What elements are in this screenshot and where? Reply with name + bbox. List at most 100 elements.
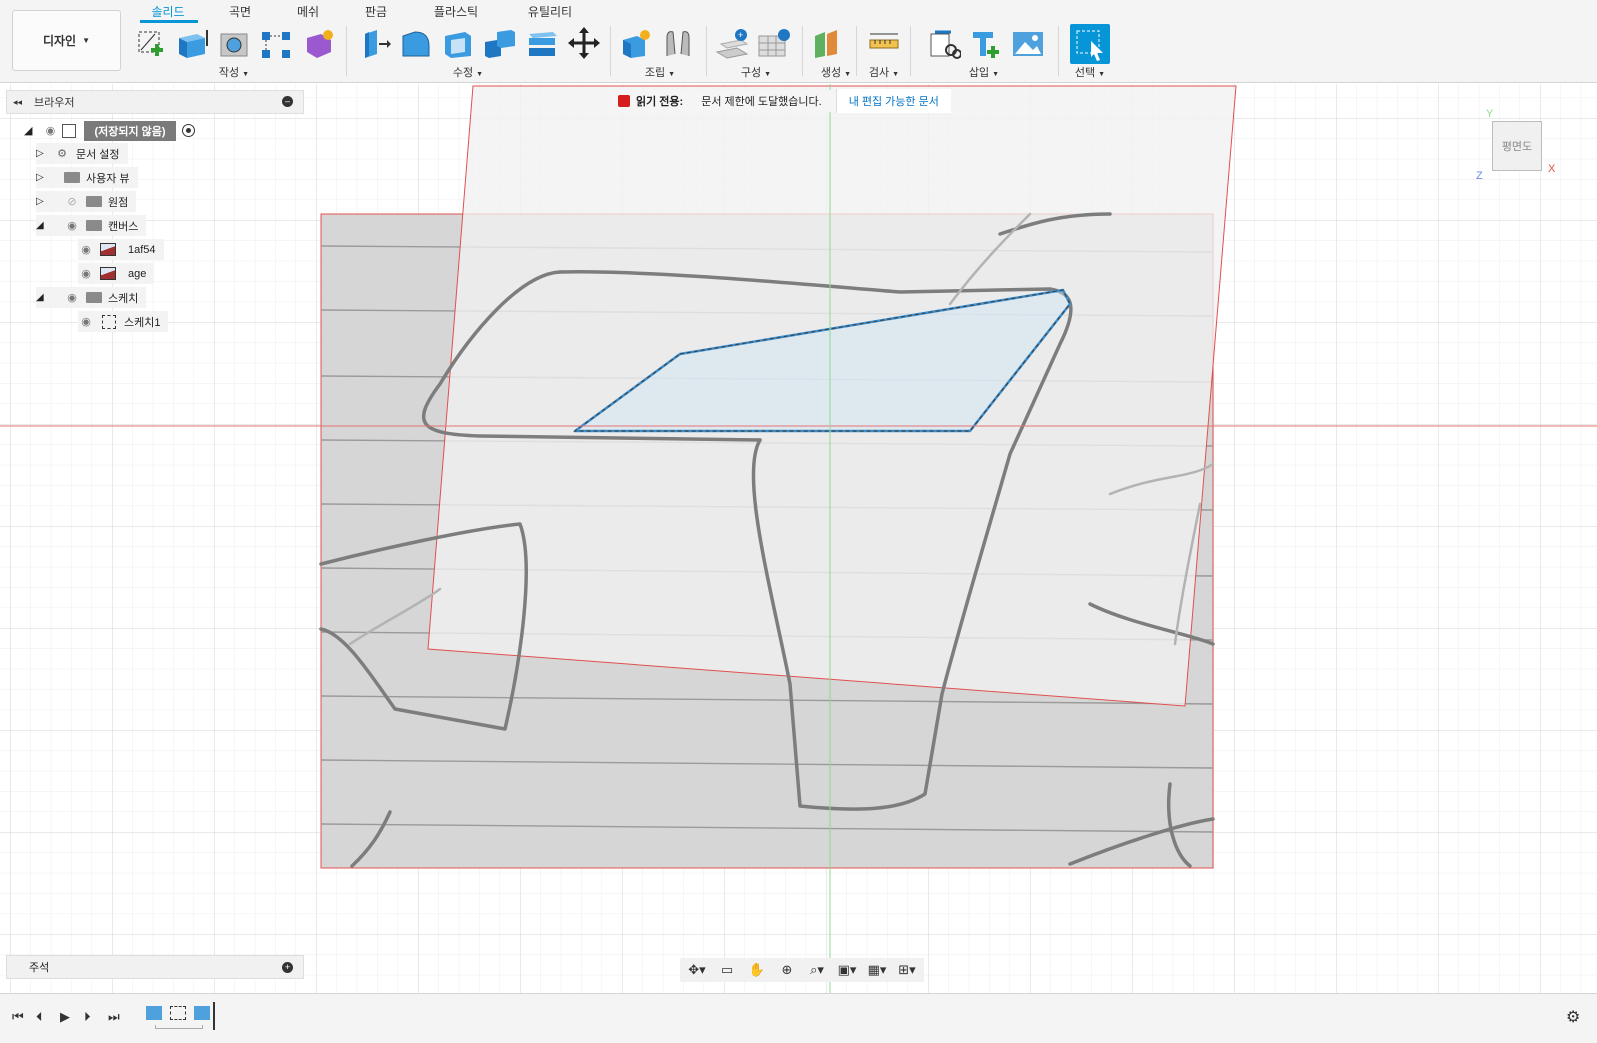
tree-item-canvas-age[interactable]: ◉ age [78,263,155,284]
canvas-image-icon [100,243,116,256]
separator [910,26,911,76]
go-to-start-icon[interactable]: ⏮ [12,1009,24,1025]
document-name[interactable]: (저장되지 않음) [84,120,176,141]
construct-group-label[interactable]: 구성 ▼ [728,64,784,80]
inspect-group-label[interactable]: 검사 ▼ [856,64,912,80]
folder-icon [86,196,102,207]
chevron-down-icon: ▼ [82,36,91,45]
zoom-icon[interactable]: ⊕ [774,960,800,980]
timeline-marker[interactable] [213,1002,215,1030]
gear-icon: ⚙ [57,148,67,160]
offset-plane-icon[interactable]: + [714,25,750,61]
tab-plastic[interactable]: 플라스틱 [426,3,486,23]
viewcube-axis-z: Z [1476,170,1483,182]
measure-icon[interactable] [866,25,902,61]
create-group-label[interactable]: 작성 ▼ [206,64,262,80]
viewcube[interactable]: 평면도 [1492,121,1542,171]
tab-mesh[interactable]: 메쉬 [290,3,326,23]
tree-item-sketch1[interactable]: ◉ 스케치1 [78,311,169,332]
browser-panel-header[interactable]: ◂◂ 브라우저 – [6,90,304,114]
folder-icon [86,292,102,303]
expand-triangle-icon[interactable]: ▷ [36,196,48,207]
rectangular-pattern-icon[interactable] [258,25,294,61]
viewcube-face-top[interactable]: 평면도 [1502,138,1532,154]
collapse-panel-icon[interactable]: ◂◂ [13,97,22,108]
fit-icon[interactable]: ⌕▾ [804,960,830,980]
orbit-icon[interactable]: ✥▾ [684,960,710,980]
panel-minimize-icon[interactable]: – [282,96,293,107]
expand-triangle-icon[interactable]: ▷ [36,172,48,183]
grid-and-canvas[interactable] [0,84,1597,993]
comments-label: 주석 [29,962,50,974]
eye-icon[interactable]: ◉ [78,243,94,256]
editable-documents-link[interactable]: 내 편집 가능한 문서 [835,89,951,113]
tree-root[interactable]: ◢ ◉ (저장되지 않음) [24,120,203,141]
form-icon[interactable] [300,25,336,61]
shell-icon[interactable] [440,25,476,61]
tree-item-document-settings[interactable]: ▷ ⚙ 문서 설정 [36,143,128,164]
eye-icon[interactable]: ◉ [78,267,94,280]
insert-group-label[interactable]: 삽입 ▼ [956,64,1012,80]
fillet-icon[interactable] [398,25,434,61]
select-group-label[interactable]: 선택 ▼ [1062,64,1118,80]
viewcube-axis-x: X [1548,163,1556,175]
grid-settings-icon[interactable]: ▦▾ [864,960,890,980]
viewports-icon[interactable]: ⊞▾ [894,960,920,980]
tree-item-origin[interactable]: ▷ ⊘ 원점 [36,191,137,212]
construct-axis-icon[interactable] [756,25,792,61]
canvas-viewport[interactable] [0,84,1597,993]
comments-panel[interactable]: 주석 + [6,955,304,979]
assemble-group-label[interactable]: 조립 ▼ [632,64,688,80]
play-icon[interactable]: ▶ [60,1009,70,1025]
tab-sheet-metal[interactable]: 판금 [358,3,394,23]
workspace-switcher[interactable]: 디자인 ▼ [12,10,121,71]
pan-icon[interactable]: ✋ [744,960,770,980]
add-comment-icon[interactable]: + [282,962,293,973]
navigation-bar: ✥▾ ▭ ✋ ⊕ ⌕▾ ▣▾ ▦▾ ⊞▾ [680,958,924,982]
select-icon[interactable] [1070,24,1110,64]
timeline-sketch-icon[interactable] [170,1006,186,1020]
insert-derive-icon[interactable] [926,25,962,61]
expanded-triangle-icon[interactable]: ◢ [36,292,48,303]
move-icon[interactable] [566,25,602,61]
tab-utilities[interactable]: 유틸리티 [520,3,580,23]
expanded-triangle-icon[interactable]: ◢ [36,220,48,231]
browser-title: 브라우저 [34,97,75,109]
activate-radio-icon[interactable] [181,124,195,137]
tab-surface[interactable]: 곡면 [222,3,258,23]
gear-icon[interactable]: ⚙ [1566,1007,1580,1027]
workspace-label: 디자인 [42,34,77,48]
expanded-triangle-icon[interactable]: ◢ [24,124,32,137]
extrude-icon[interactable] [174,25,210,61]
expand-triangle-icon[interactable]: ▷ [36,148,48,159]
eye-icon[interactable]: ◉ [78,315,94,328]
generative-design-icon[interactable] [810,25,846,61]
eye-icon[interactable]: ◉ [64,291,80,304]
eye-icon[interactable]: ◉ [42,124,58,137]
timeline-canvas-icon[interactable] [194,1006,210,1020]
insert-mcmaster-icon[interactable] [968,25,1004,61]
hole-icon[interactable] [216,25,252,61]
modify-group-label[interactable]: 수정 ▼ [440,64,496,80]
go-to-end-icon[interactable]: ⏭ [108,1009,120,1025]
timeline-canvas-icon[interactable] [146,1006,162,1020]
tree-item-sketches[interactable]: ◢ ◉ 스케치 [36,287,147,308]
step-back-icon[interactable]: ⏴ [36,1009,43,1025]
split-body-icon[interactable] [524,25,560,61]
tree-item-named-views[interactable]: ▷ 사용자 뷰 [36,167,138,188]
folder-icon [86,220,102,231]
new-component-icon[interactable] [618,25,654,61]
step-forward-icon[interactable]: ⏵ [84,1009,91,1025]
create-sketch-icon[interactable] [134,25,170,61]
eye-icon[interactable]: ◉ [64,219,80,232]
folder-icon [64,172,80,183]
eye-hidden-icon[interactable]: ⊘ [64,195,80,208]
combine-icon[interactable] [482,25,518,61]
press-pull-icon[interactable] [356,25,392,61]
insert-canvas-icon[interactable] [1010,25,1046,61]
tree-item-canvas-1af54[interactable]: ◉ 1af54 [78,239,164,260]
tree-item-canvases[interactable]: ◢ ◉ 캔버스 [36,215,147,236]
joint-icon[interactable] [660,25,696,61]
display-settings-icon[interactable]: ▣▾ [834,960,860,980]
look-at-icon[interactable]: ▭ [714,960,740,980]
